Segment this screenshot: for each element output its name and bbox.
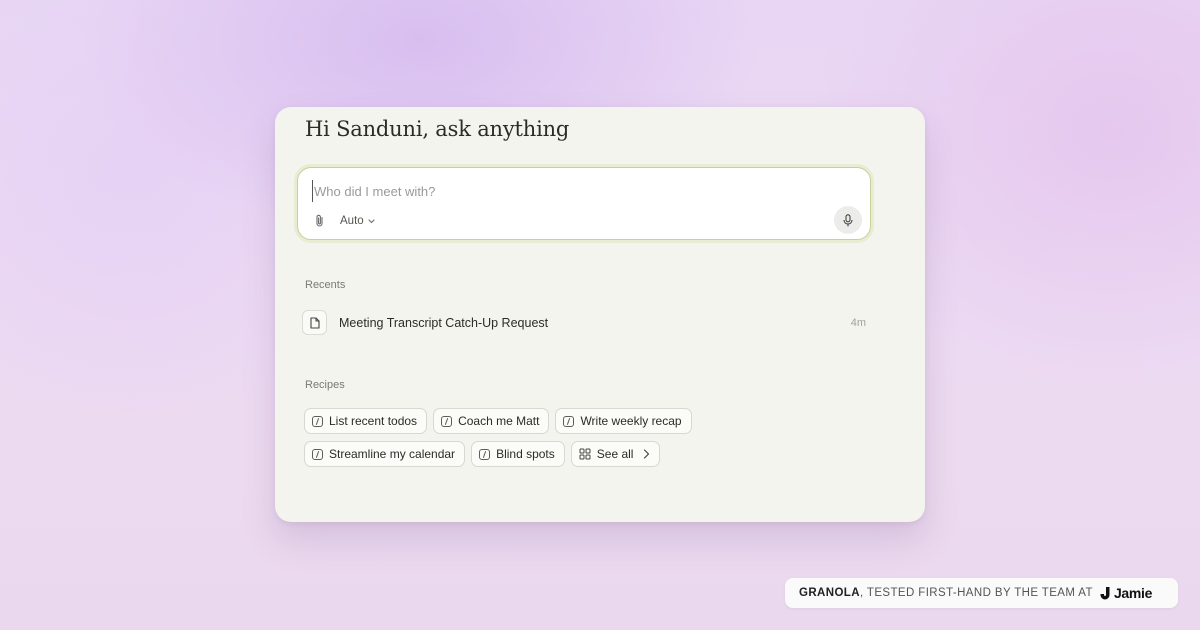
chevron-right-icon bbox=[644, 449, 650, 459]
model-select-label: Auto bbox=[340, 215, 364, 227]
badge-text: , TESTED FIRST-HAND BY THE TEAM AT bbox=[859, 587, 1093, 599]
recipe-chip-label: Streamline my calendar bbox=[329, 447, 456, 461]
ask-input[interactable] bbox=[312, 180, 834, 202]
recent-item-time: 4m bbox=[850, 316, 866, 329]
see-all-label: See all bbox=[596, 447, 634, 461]
ask-card: Hi Sanduni, ask anything Auto Recents bbox=[275, 107, 925, 522]
slash-command-icon bbox=[441, 415, 453, 427]
attach-button[interactable] bbox=[311, 213, 327, 229]
recipe-chip-row: List recent todos Coach me Matt Write we… bbox=[304, 408, 724, 434]
recipe-chip-label: Blind spots bbox=[496, 447, 555, 461]
paperclip-icon bbox=[315, 214, 323, 227]
recents-label: Recents bbox=[305, 279, 346, 291]
badge-brand: GRANOLA bbox=[799, 587, 860, 599]
recent-item[interactable]: Meeting Transcript Catch-Up Request 4m bbox=[302, 309, 868, 336]
microphone-button[interactable] bbox=[834, 206, 862, 234]
microphone-icon bbox=[843, 213, 853, 227]
recent-item-title: Meeting Transcript Catch-Up Request bbox=[339, 315, 549, 330]
recipe-chip-label: Coach me Matt bbox=[458, 414, 540, 428]
greeting-title: Hi Sanduni, ask anything bbox=[305, 117, 570, 141]
ask-box: Auto bbox=[297, 167, 871, 240]
grid-icon bbox=[579, 448, 591, 460]
recipe-chip-write-weekly-recap[interactable]: Write weekly recap bbox=[555, 408, 692, 434]
recipe-chips: List recent todos Coach me Matt Write we… bbox=[304, 408, 724, 474]
recipe-chip-list-recent-todos[interactable]: List recent todos bbox=[304, 408, 428, 434]
jamie-logo-mark-icon bbox=[1100, 587, 1110, 600]
recipe-chip-row: Streamline my calendar Blind spots See a… bbox=[304, 441, 724, 467]
slash-command-icon bbox=[479, 448, 491, 460]
recipe-chip-streamline-my-calendar[interactable]: Streamline my calendar bbox=[304, 441, 466, 467]
slash-command-icon bbox=[563, 415, 575, 427]
recipe-chip-coach-me-matt[interactable]: Coach me Matt bbox=[433, 408, 550, 434]
model-select[interactable]: Auto bbox=[340, 213, 375, 229]
see-all-recipes-button[interactable]: See all bbox=[570, 441, 661, 467]
jamie-logo-text: Jamie bbox=[1113, 585, 1153, 601]
jamie-logo: Jamie bbox=[1099, 585, 1152, 601]
chevron-down-icon bbox=[368, 218, 375, 223]
recipe-chip-blind-spots[interactable]: Blind spots bbox=[471, 441, 565, 467]
recipes-label: Recipes bbox=[305, 379, 345, 391]
attribution-badge: GRANOLA , TESTED FIRST-HAND BY THE TEAM … bbox=[785, 578, 1178, 608]
recipe-chip-label: Write weekly recap bbox=[580, 414, 682, 428]
recipe-chip-label: List recent todos bbox=[329, 414, 418, 428]
slash-command-icon bbox=[312, 448, 323, 460]
document-icon bbox=[302, 310, 327, 335]
slash-command-icon bbox=[312, 415, 323, 427]
